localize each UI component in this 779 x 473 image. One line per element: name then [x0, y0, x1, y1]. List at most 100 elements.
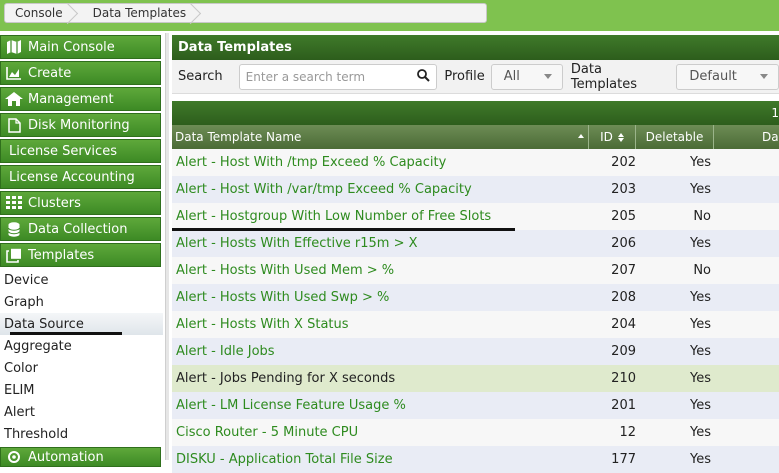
table-row[interactable]: Cisco Router - 5 Minute CPU 12 Yes [172, 419, 779, 446]
table-row[interactable]: Alert - Hostgroup With Low Number of Fre… [172, 203, 779, 230]
table-row[interactable]: Alert - LM License Feature Usage % 201 Y… [172, 392, 779, 419]
template-deletable: Yes [690, 182, 711, 197]
template-deletable: No [693, 263, 711, 278]
filter-bar: Search Enter a search term Profile All D… [172, 60, 779, 94]
sidebar-item-label: Create [28, 65, 72, 81]
sidebar-item-create[interactable]: Create [0, 61, 161, 85]
template-deletable: Yes [690, 344, 711, 359]
template-name-link[interactable]: Alert - Idle Jobs [172, 344, 589, 359]
template-id: 210 [611, 371, 636, 386]
profile-value: All [503, 69, 520, 84]
sidebar-item-label: Data Collection [28, 221, 128, 237]
sidebar-item-management[interactable]: Management [0, 87, 161, 111]
annotation-underline [172, 228, 515, 231]
template-name-link[interactable]: Alert - Hostgroup With Low Number of Fre… [172, 209, 589, 224]
table-row[interactable]: Alert - Hosts With X Status 204 Yes [172, 311, 779, 338]
database-icon [5, 221, 23, 237]
sidebar-item-license-accounting[interactable]: License Accounting [0, 165, 161, 189]
table-row[interactable]: Alert - Idle Jobs 209 Yes [172, 338, 779, 365]
column-header-name[interactable]: Data Template Name [172, 125, 589, 149]
breadcrumb-data-templates[interactable]: Data Templates [77, 4, 200, 22]
sidebar-sub-graph[interactable]: Graph [0, 291, 163, 313]
sidebar-item-license-services[interactable]: License Services [0, 139, 161, 163]
template-id: 201 [611, 398, 636, 413]
sidebar: Main Console Create Management Disk Moni… [0, 33, 163, 467]
top-bar: Console Data Templates [0, 0, 779, 31]
sidebar-item-label: Clusters [28, 195, 81, 211]
automation-icon [5, 449, 23, 465]
breadcrumb-console[interactable]: Console [5, 4, 77, 22]
templates-value: Default [689, 69, 737, 84]
template-name-link[interactable]: Alert - Host With /tmp Exceed % Capacity [172, 155, 589, 170]
template-name-link[interactable]: Alert - Hosts With Effective r15m > X [172, 236, 589, 251]
sidebar-item-label: Management [28, 91, 114, 107]
sidebar-sub-device[interactable]: Device [0, 269, 163, 291]
template-id: 208 [611, 290, 636, 305]
sidebar-item-disk-monitoring[interactable]: Disk Monitoring [0, 113, 161, 137]
sidebar-item-label: Templates [28, 247, 95, 263]
sidebar-item-main-console[interactable]: Main Console [0, 35, 161, 59]
template-name-link[interactable]: Alert - Hosts With X Status [172, 317, 589, 332]
template-name-link[interactable]: Cisco Router - 5 Minute CPU [172, 425, 589, 440]
template-name-link[interactable]: Alert - Jobs Pending for X seconds [172, 371, 589, 386]
table-row[interactable]: Alert - Hosts With Used Mem > % 207 No [172, 257, 779, 284]
sidebar-item-clusters[interactable]: Clusters [0, 191, 161, 215]
search-icon[interactable] [417, 68, 431, 85]
column-header-deletable[interactable]: Deletable [636, 125, 714, 149]
breadcrumb: Console Data Templates [4, 3, 487, 23]
sidebar-item-templates[interactable]: Templates [0, 243, 161, 267]
template-id: 209 [611, 344, 636, 359]
sidebar-divider[interactable] [165, 33, 169, 460]
template-id: 205 [611, 209, 636, 224]
sidebar-item-label: Disk Monitoring [28, 117, 130, 133]
template-deletable: No [693, 209, 711, 224]
column-header-more[interactable]: Da [714, 125, 779, 149]
sidebar-item-label: Main Console [28, 39, 115, 55]
template-deletable: Yes [690, 371, 711, 386]
column-header-id[interactable]: ID [589, 125, 636, 149]
sidebar-sub-elim[interactable]: ELIM [0, 379, 163, 401]
template-name-link[interactable]: Alert - Hosts With Used Mem > % [172, 263, 589, 278]
sidebar-item-label: License Accounting [9, 169, 135, 185]
template-id: 204 [611, 317, 636, 332]
search-label: Search [178, 69, 223, 84]
sidebar-item-label: Automation [28, 449, 104, 465]
template-name-link[interactable]: Alert - LM License Feature Usage % [172, 398, 589, 413]
sidebar-sub-color[interactable]: Color [0, 357, 163, 379]
main-panel: Data Templates Search Enter a search ter… [172, 35, 779, 473]
profile-select[interactable]: All [490, 63, 563, 90]
template-id: 207 [611, 263, 636, 278]
sidebar-sub-threshold[interactable]: Threshold [0, 423, 163, 445]
pager-bar: 1 [172, 101, 779, 125]
table-row[interactable]: Alert - Host With /var/tmp Exceed % Capa… [172, 176, 779, 203]
sort-asc-icon [578, 134, 584, 138]
sidebar-sub-aggregate[interactable]: Aggregate [0, 335, 163, 357]
template-name-link[interactable]: Alert - Hosts With Used Swp > % [172, 290, 589, 305]
template-id: 203 [611, 182, 636, 197]
table-row[interactable]: Alert - Hosts With Used Swp > % 208 Yes [172, 284, 779, 311]
template-deletable: Yes [690, 425, 711, 440]
pager-text[interactable]: 1 [771, 106, 779, 120]
template-id: 206 [611, 236, 636, 251]
chart-icon [5, 65, 23, 81]
map-icon [5, 39, 23, 55]
table-row[interactable]: Alert - Jobs Pending for X seconds 210 Y… [172, 365, 779, 392]
search-input[interactable]: Enter a search term [238, 63, 438, 90]
template-id: 12 [619, 425, 636, 440]
templates-select[interactable]: Default [676, 63, 779, 90]
copy-icon [5, 247, 23, 263]
chevron-down-icon [543, 74, 552, 79]
sort-icon [617, 132, 624, 142]
table-row[interactable]: Alert - Host With /tmp Exceed % Capacity… [172, 149, 779, 176]
sidebar-item-data-collection[interactable]: Data Collection [0, 217, 161, 241]
sidebar-item-label: License Services [9, 143, 117, 159]
template-deletable: Yes [690, 398, 711, 413]
sidebar-item-automation[interactable]: Automation [0, 447, 161, 467]
document-icon [5, 117, 23, 133]
template-deletable: Yes [690, 290, 711, 305]
sidebar-sub-alert[interactable]: Alert [0, 401, 163, 423]
template-deletable: Yes [690, 317, 711, 332]
template-name-link[interactable]: Alert - Host With /var/tmp Exceed % Capa… [172, 182, 589, 197]
home-icon [5, 91, 23, 107]
table-row[interactable]: Alert - Hosts With Effective r15m > X 20… [172, 230, 779, 257]
